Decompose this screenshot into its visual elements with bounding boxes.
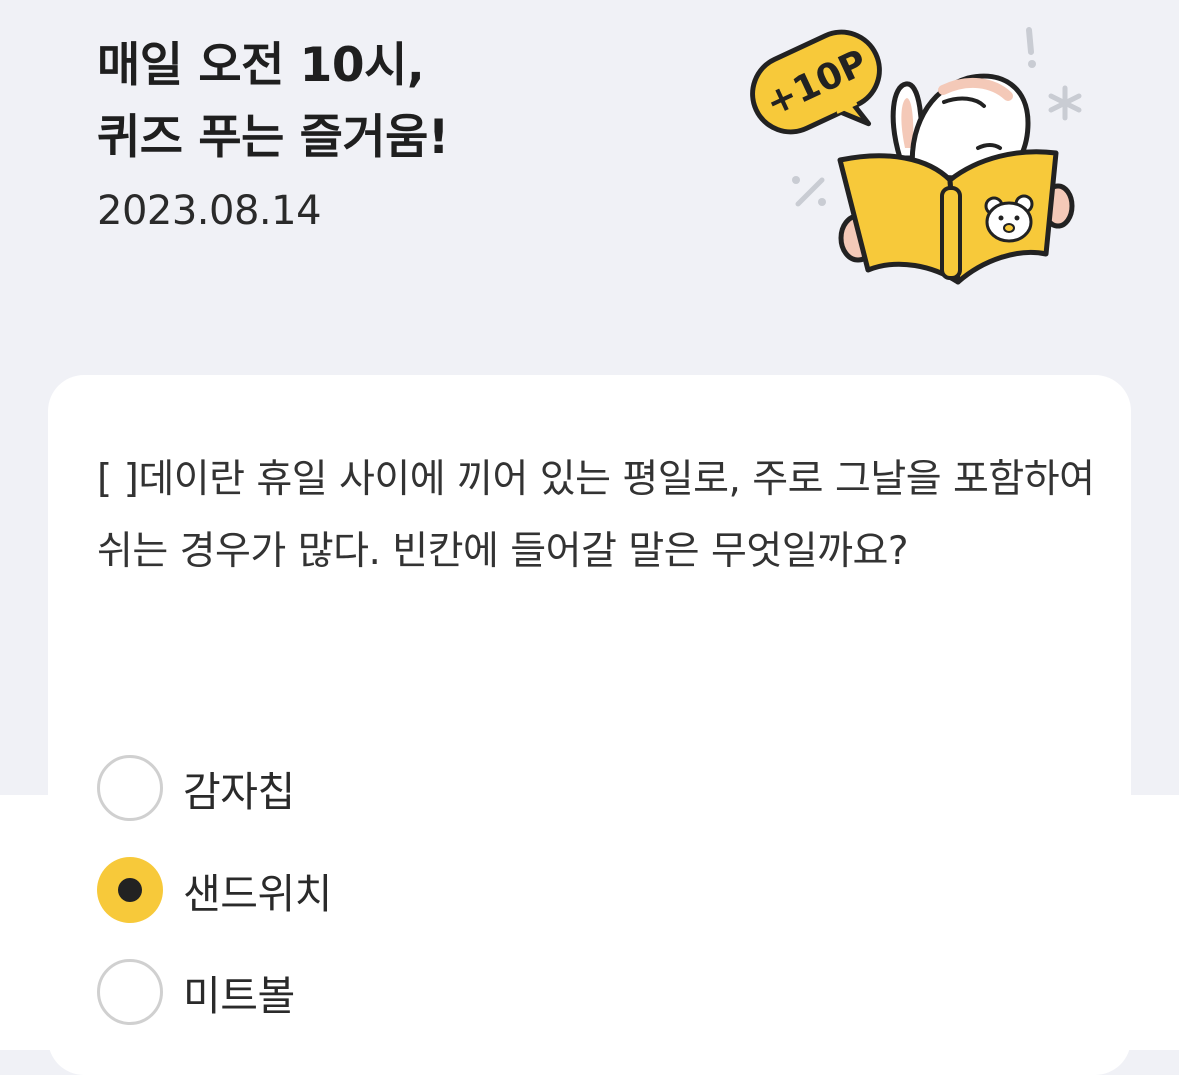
radio-dot-icon [118,878,142,902]
quiz-header: 매일 오전 10시, 퀴즈 푸는 즐거움! 2023.08.14 [97,30,449,238]
radio-button-unselected[interactable] [97,959,163,1025]
quiz-date: 2023.08.14 [97,188,322,234]
option-potato-chips[interactable]: 감자칩 [97,752,997,824]
radio-button-unselected[interactable] [97,755,163,821]
rabbit-reading-book-icon: +10P [750,27,1082,285]
quiz-question: [ ]데이란 휴일 사이에 끼어 있는 평일로, 주로 그날을 포함하여 쉬는 … [97,457,1095,574]
answer-options: 감자칩 샌드위치 미트볼 [97,752,997,1058]
page-title-line-1: 매일 오전 10시, [97,38,425,93]
option-sandwich[interactable]: 샌드위치 [97,854,997,926]
radio-button-selected[interactable] [97,857,163,923]
page-title-line-2: 퀴즈 푸는 즐거움! [97,110,449,165]
option-label: 샌드위치 [183,870,332,918]
option-label: 감자칩 [183,768,295,816]
option-label: 미트볼 [183,972,295,1020]
option-meatball[interactable]: 미트볼 [97,956,997,1028]
